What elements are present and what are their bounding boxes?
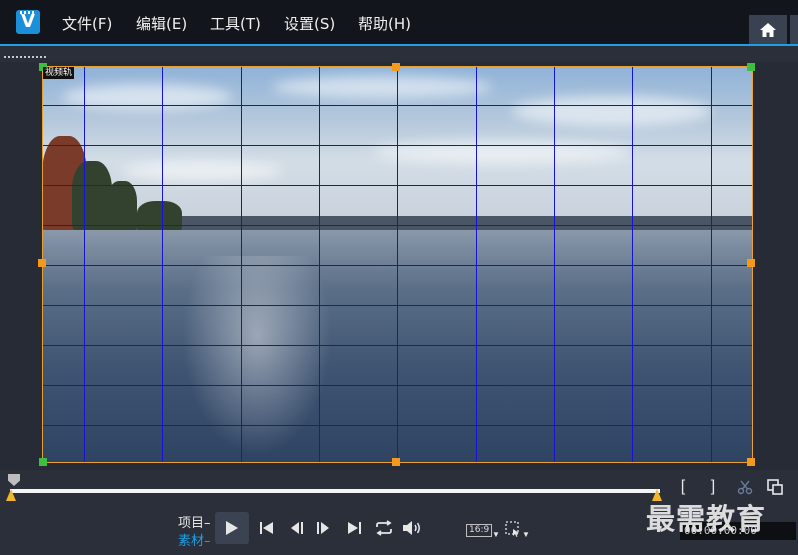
go-to-end-button[interactable] bbox=[344, 518, 364, 538]
go-to-start-button[interactable] bbox=[257, 518, 277, 538]
menu-settings[interactable]: 设置(S) bbox=[284, 13, 335, 34]
resize-handle-left[interactable] bbox=[38, 259, 46, 267]
resize-handle-top[interactable] bbox=[392, 63, 400, 71]
play-button[interactable] bbox=[215, 512, 249, 544]
playhead[interactable] bbox=[8, 474, 20, 486]
resize-handle-bottom[interactable] bbox=[392, 458, 400, 466]
skip-end-icon bbox=[348, 522, 361, 534]
display-mode-button[interactable] bbox=[505, 521, 521, 537]
crop-select-icon bbox=[505, 521, 519, 537]
home-icon bbox=[760, 22, 776, 37]
repeat-icon bbox=[376, 520, 392, 536]
split-clip-button[interactable] bbox=[736, 478, 754, 496]
prev-frame-icon bbox=[291, 522, 303, 534]
window-edge bbox=[790, 15, 798, 44]
enlarge-preview-button[interactable] bbox=[766, 478, 784, 496]
panel-drag-handle[interactable] bbox=[4, 56, 48, 58]
resize-handle-right[interactable] bbox=[747, 259, 755, 267]
menu-tools[interactable]: 工具(T) bbox=[210, 13, 261, 34]
menu-bar: V 文件(F) 编辑(E) 工具(T) 设置(S) 帮助(H) bbox=[0, 0, 798, 46]
chevron-down-icon[interactable]: ▼ bbox=[492, 530, 500, 539]
resize-handle-top-right[interactable] bbox=[747, 63, 755, 71]
app-logo-icon[interactable]: V bbox=[16, 10, 40, 34]
enlarge-icon bbox=[767, 479, 783, 495]
watermark: 最需教育 bbox=[646, 502, 767, 536]
menu-file[interactable]: 文件(F) bbox=[62, 13, 112, 34]
menu-help[interactable]: 帮助(H) bbox=[358, 13, 411, 34]
repeat-button[interactable] bbox=[373, 518, 395, 538]
menu-edit[interactable]: 编辑(E) bbox=[136, 13, 187, 34]
next-frame-button[interactable] bbox=[313, 518, 333, 538]
play-icon bbox=[226, 521, 238, 535]
mode-project[interactable]: 项目– bbox=[178, 512, 211, 531]
menu-accent-line bbox=[0, 44, 798, 46]
aspect-ratio-selector[interactable]: 16:9 bbox=[466, 524, 493, 537]
mark-in-button[interactable]: [ bbox=[676, 478, 690, 496]
skip-start-icon bbox=[260, 522, 273, 534]
home-button[interactable] bbox=[749, 15, 787, 44]
mode-clip[interactable]: 素材– bbox=[178, 530, 211, 549]
next-frame-icon bbox=[317, 522, 329, 534]
track-label: 视频轨 bbox=[43, 67, 75, 79]
scrub-bar[interactable] bbox=[10, 489, 660, 493]
resize-handle-bottom-right[interactable] bbox=[747, 458, 755, 466]
scissors-icon bbox=[737, 480, 753, 495]
resize-handle-bottom-left[interactable] bbox=[39, 458, 47, 466]
volume-button[interactable] bbox=[401, 518, 423, 538]
previous-frame-button[interactable] bbox=[287, 518, 307, 538]
chevron-down-icon[interactable]: ▼ bbox=[522, 530, 530, 539]
speaker-icon bbox=[403, 521, 420, 535]
selection-frame[interactable] bbox=[42, 66, 753, 463]
mark-out-button[interactable]: ] bbox=[706, 478, 720, 496]
